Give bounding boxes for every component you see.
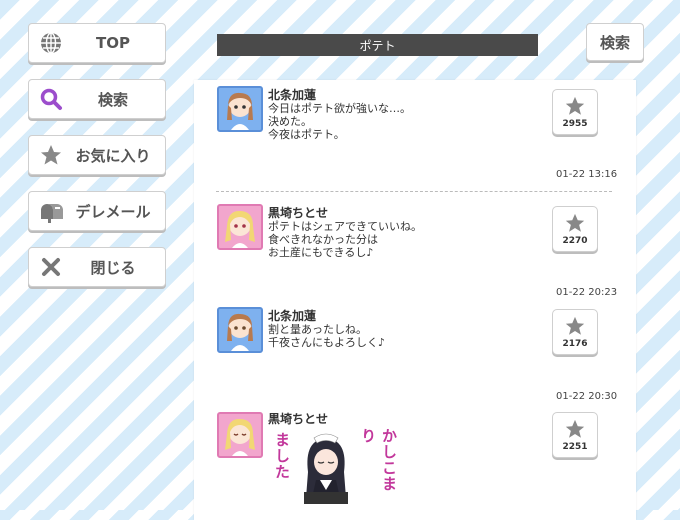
message-sender: 北条加蓮	[268, 309, 317, 323]
close-icon	[29, 256, 73, 278]
nav-deremail-label: デレメール	[75, 202, 151, 221]
message-line: 今夜はポテト。	[268, 128, 345, 141]
message-line: ポテトはシェアできていいね。	[268, 220, 422, 233]
like-count: 2270	[562, 236, 588, 246]
nav-favorites-label: お気に入り	[75, 146, 151, 165]
like-count: 2251	[562, 442, 588, 452]
like-button[interactable]: 2955	[552, 89, 598, 135]
message-sender: 黒埼ちとせ	[268, 412, 329, 426]
message-body: 今日はポテト欲が強いな…。 決めた。 今夜はポテト。	[268, 102, 411, 141]
star-icon	[565, 96, 585, 115]
sticker-text-right: かしこまり	[359, 428, 398, 492]
like-button[interactable]: 2176	[552, 309, 598, 355]
message-timestamp: 01-22 13:16	[556, 169, 618, 180]
like-button[interactable]: 2270	[552, 206, 598, 252]
message-divider	[216, 191, 612, 192]
message-line: 決めた。	[268, 115, 312, 128]
avatar	[217, 86, 263, 132]
message-line: 千夜さんにもよろしく♪	[268, 336, 386, 349]
nav-deremail-button[interactable]: デレメール	[28, 191, 166, 231]
search-button[interactable]: 検索	[586, 23, 644, 61]
mailbox-icon	[29, 199, 73, 223]
globe-icon	[29, 31, 73, 55]
sticker-text-left: ました	[273, 432, 291, 480]
star-icon	[29, 143, 73, 167]
like-count: 2955	[562, 119, 588, 129]
message-body: 割と量あったしね。 千夜さんにもよろしく♪	[268, 323, 385, 349]
like-count: 2176	[562, 339, 588, 349]
nav-search-label: 検索	[97, 90, 128, 109]
star-icon	[565, 419, 585, 438]
search-icon	[29, 87, 73, 111]
message-line: 割と量あったしね。	[268, 323, 367, 336]
message-line: お土産にもできるし♪	[268, 246, 374, 259]
message-timestamp: 01-22 20:23	[556, 287, 618, 298]
nav-top-button[interactable]: TOP	[28, 23, 166, 63]
nav-search-button[interactable]: 検索	[28, 79, 166, 119]
star-icon	[565, 213, 585, 232]
message-list[interactable]: 北条加蓮 今日はポテト欲が強いな…。 決めた。 今夜はポテト。 2955 01-…	[194, 80, 636, 520]
nav-top-label: TOP	[96, 34, 130, 52]
message-sender: 北条加蓮	[268, 88, 317, 102]
message-timestamp: 01-22 20:30	[556, 391, 618, 402]
message-sender: 黒埼ちとせ	[268, 206, 329, 220]
nav-favorites-button[interactable]: お気に入り	[28, 135, 166, 175]
sticker-image: ました かしこまり	[268, 426, 398, 506]
nav-close-button[interactable]: 閉じる	[28, 247, 166, 287]
avatar	[217, 204, 263, 250]
avatar	[217, 307, 263, 353]
thread-title: ポテト	[359, 38, 396, 53]
message-line: 今日はポテト欲が強いな…。	[268, 102, 411, 115]
thread-title-bar: ポテト	[217, 34, 538, 56]
like-button[interactable]: 2251	[552, 412, 598, 458]
maid-character-illustration	[304, 433, 348, 504]
star-icon	[565, 316, 585, 335]
avatar	[217, 412, 263, 458]
message-line: 食べきれなかった分は	[268, 233, 378, 246]
nav-close-label: 閉じる	[90, 258, 136, 277]
message-body: ポテトはシェアできていいね。 食べきれなかった分は お土産にもできるし♪	[268, 220, 422, 259]
